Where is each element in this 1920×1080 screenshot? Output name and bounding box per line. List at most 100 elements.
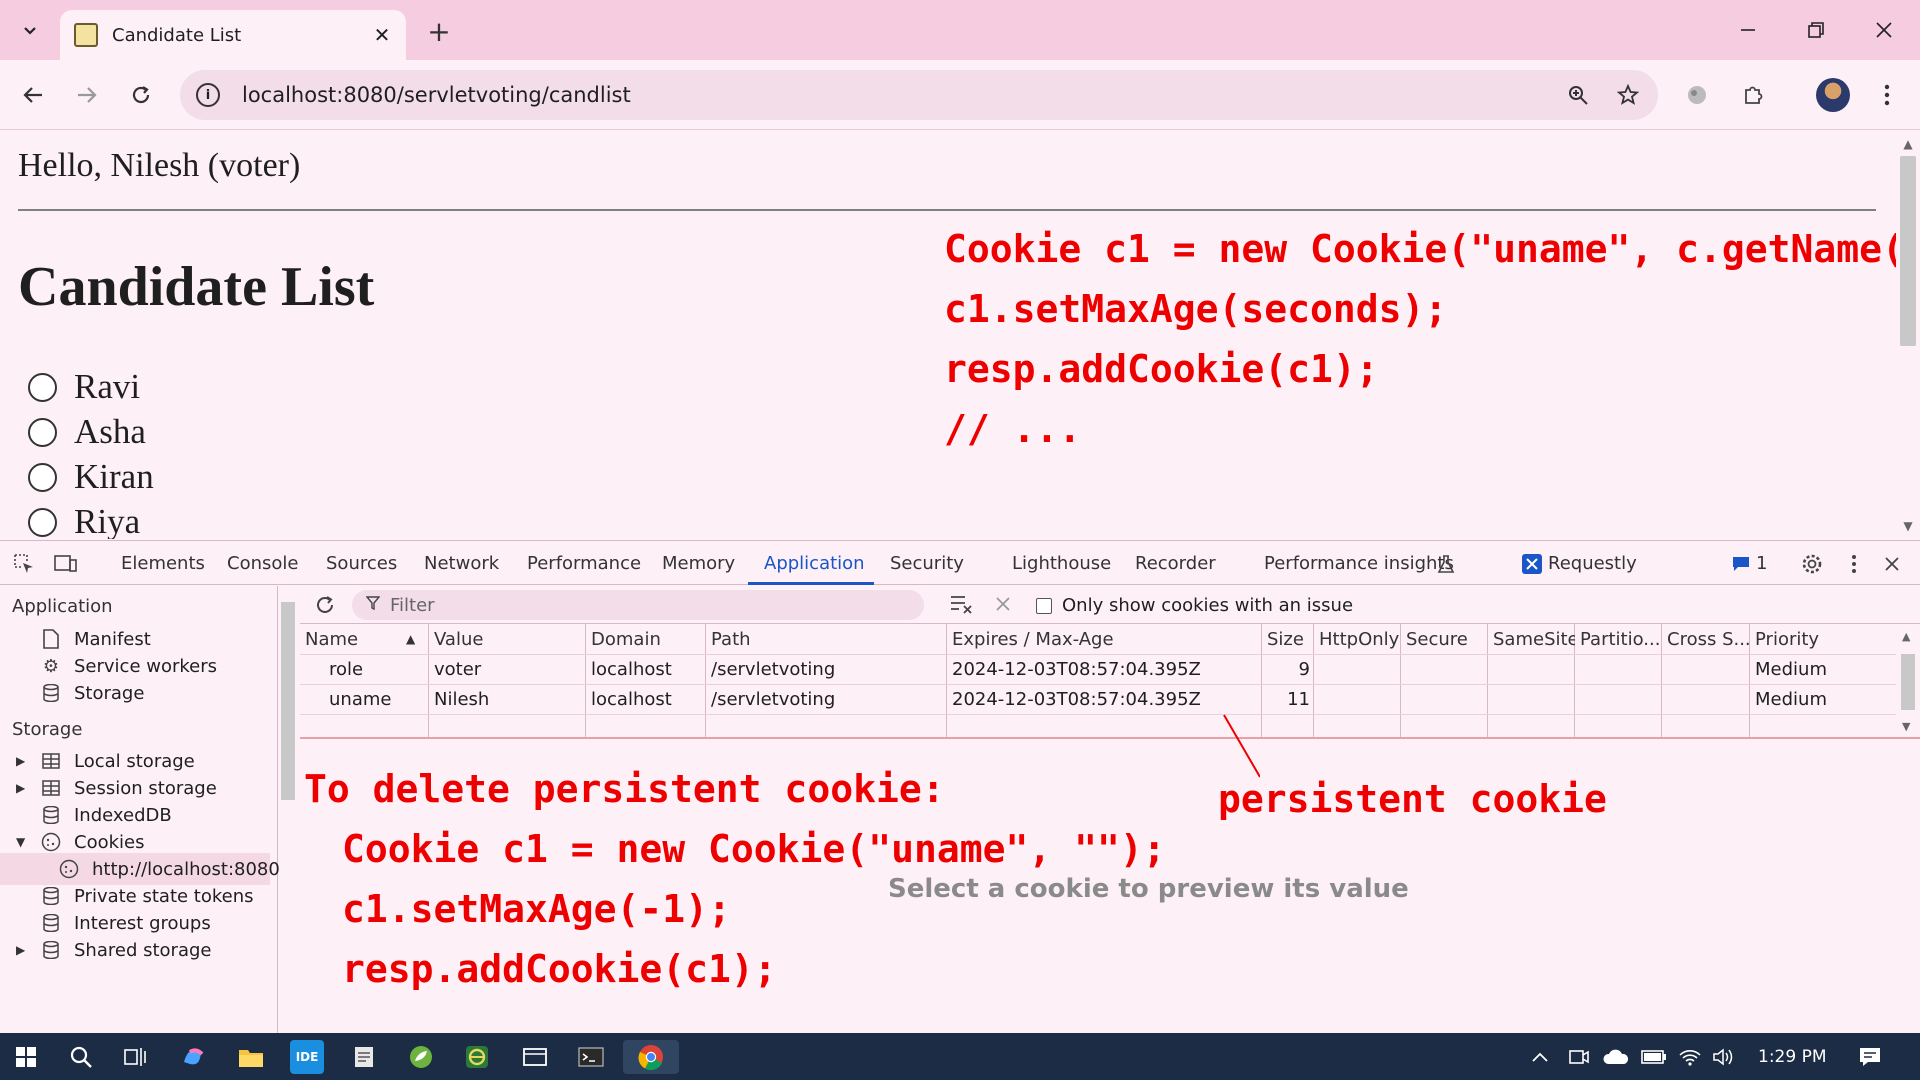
candidate-option[interactable]: Riya xyxy=(28,502,140,539)
screen-capture-icon[interactable] xyxy=(518,1040,552,1074)
column-header-httponly[interactable]: HttpOnly xyxy=(1314,624,1401,654)
task-view-icon[interactable] xyxy=(118,1040,152,1074)
scrollbar-thumb[interactable] xyxy=(281,602,295,800)
avatar[interactable] xyxy=(1816,78,1850,112)
column-header-secure[interactable]: Secure xyxy=(1401,624,1488,654)
scrollbar-thumb[interactable] xyxy=(1900,156,1916,346)
kebab-menu-icon[interactable] xyxy=(1868,76,1906,114)
reload-icon[interactable] xyxy=(122,76,160,114)
issues-icon[interactable] xyxy=(1730,550,1752,578)
delete-selected-icon[interactable] xyxy=(994,595,1014,615)
chevron-up-icon[interactable] xyxy=(1528,1040,1552,1074)
sidebar-item-storage[interactable]: Storage xyxy=(0,677,270,709)
collapse-arrow-icon[interactable]: ▼ xyxy=(16,835,25,849)
notification-icon[interactable] xyxy=(1854,1040,1886,1074)
issues-count[interactable]: 1 xyxy=(1756,553,1767,574)
forward-arrow-icon[interactable] xyxy=(68,76,106,114)
candidate-option[interactable]: Ravi xyxy=(28,367,140,407)
candidate-option[interactable]: Kiran xyxy=(28,457,154,497)
tab-recorder[interactable]: Recorder xyxy=(1135,553,1216,574)
close-icon[interactable]: ✕ xyxy=(368,21,396,49)
column-header-samesite[interactable]: SameSite xyxy=(1488,624,1575,654)
back-arrow-icon[interactable] xyxy=(14,76,52,114)
meet-icon[interactable] xyxy=(1566,1040,1592,1074)
wifi-icon[interactable] xyxy=(1676,1040,1704,1074)
tab-search-icon[interactable] xyxy=(10,12,50,48)
gear-icon[interactable] xyxy=(1798,550,1826,578)
chrome-icon[interactable] xyxy=(623,1040,679,1074)
column-header-cross-site[interactable]: Cross S... xyxy=(1662,624,1750,654)
table-scrollbar[interactable]: ▲ ▼ xyxy=(1896,624,1920,737)
onedrive-icon[interactable] xyxy=(1600,1040,1632,1074)
tab-network[interactable]: Network xyxy=(424,553,499,574)
column-header-domain[interactable]: Domain xyxy=(586,624,706,654)
terminal-icon[interactable] xyxy=(574,1040,608,1074)
zoom-icon[interactable] xyxy=(1558,75,1598,115)
tab-application[interactable]: Application xyxy=(764,553,865,574)
notepad-icon[interactable] xyxy=(347,1040,381,1074)
column-header-size[interactable]: Size xyxy=(1262,624,1314,654)
tab-console[interactable]: Console xyxy=(227,553,298,574)
database-icon xyxy=(40,939,62,961)
refresh-icon[interactable] xyxy=(312,592,338,618)
tab-performance-insights[interactable]: Performance insights xyxy=(1264,553,1454,574)
close-devtools-icon[interactable] xyxy=(1878,550,1906,578)
column-header-value[interactable]: Value xyxy=(429,624,586,654)
site-info-icon[interactable]: i xyxy=(196,83,220,107)
column-header-name[interactable]: Name ▲ xyxy=(300,624,429,654)
device-toolbar-icon[interactable] xyxy=(52,550,80,578)
tab-elements[interactable]: Elements xyxy=(121,553,205,574)
tab-performance[interactable]: Performance xyxy=(527,553,641,574)
minimize-icon[interactable] xyxy=(1722,8,1774,52)
tab-security[interactable]: Security xyxy=(890,553,964,574)
ide-icon[interactable]: IDE xyxy=(290,1040,324,1074)
spring-icon[interactable] xyxy=(404,1040,438,1074)
scroll-down-icon[interactable]: ▼ xyxy=(1896,519,1920,533)
copilot-icon[interactable] xyxy=(176,1040,210,1074)
tab-lighthouse[interactable]: Lighthouse xyxy=(1012,553,1111,574)
tab-candidate-list[interactable]: Candidate List ✕ xyxy=(60,10,406,60)
kebab-menu-icon[interactable] xyxy=(1840,550,1868,578)
column-header-partition[interactable]: Partitio... xyxy=(1575,624,1662,654)
expand-arrow-icon[interactable]: ▶ xyxy=(16,943,25,957)
volume-icon[interactable] xyxy=(1710,1040,1738,1074)
scroll-up-icon[interactable]: ▲ xyxy=(1896,137,1920,151)
inspect-element-icon[interactable] xyxy=(10,550,38,578)
radio-button[interactable] xyxy=(28,507,57,537)
clear-all-icon[interactable] xyxy=(950,594,976,616)
column-header-priority[interactable]: Priority xyxy=(1750,624,1870,654)
radio-button[interactable] xyxy=(28,417,57,447)
battery-icon[interactable] xyxy=(1640,1040,1668,1074)
eclipse-icon[interactable] xyxy=(460,1040,494,1074)
tab-requestly[interactable]: Requestly xyxy=(1548,553,1637,574)
puzzle-icon[interactable] xyxy=(1734,76,1772,114)
sidebar-item-shared-storage[interactable]: ▶ Shared storage xyxy=(0,934,270,966)
page-scrollbar[interactable]: ▲ ▼ xyxy=(1896,131,1920,539)
url-text[interactable]: localhost:8080/servletvoting/candlist xyxy=(242,83,1558,107)
taskbar-clock[interactable]: 1:29 PM xyxy=(1758,1047,1827,1067)
radio-button[interactable] xyxy=(28,372,57,402)
only-issues-checkbox[interactable] xyxy=(1036,598,1052,614)
sidebar-scrollbar[interactable] xyxy=(278,586,298,1034)
scroll-up-icon[interactable]: ▲ xyxy=(1902,630,1910,643)
scrollbar-thumb[interactable] xyxy=(1901,654,1915,710)
candidate-option[interactable]: Asha xyxy=(28,412,146,452)
column-header-path[interactable]: Path xyxy=(706,624,947,654)
windows-start-icon[interactable] xyxy=(9,1040,43,1074)
filter-input[interactable]: Filter xyxy=(352,590,924,620)
address-bar[interactable]: i localhost:8080/servletvoting/candlist xyxy=(180,70,1658,120)
new-tab-button[interactable]: + xyxy=(422,14,456,48)
tab-memory[interactable]: Memory xyxy=(662,553,735,574)
restore-icon[interactable] xyxy=(1790,8,1842,52)
extension-icon[interactable] xyxy=(1678,76,1716,114)
expand-arrow-icon[interactable]: ▶ xyxy=(16,781,25,795)
bookmark-star-icon[interactable] xyxy=(1608,75,1648,115)
column-header-expires[interactable]: Expires / Max-Age xyxy=(947,624,1262,654)
file-explorer-icon[interactable] xyxy=(234,1040,268,1074)
scroll-down-icon[interactable]: ▼ xyxy=(1902,720,1910,733)
radio-button[interactable] xyxy=(28,462,57,492)
expand-arrow-icon[interactable]: ▶ xyxy=(16,754,25,768)
search-icon[interactable] xyxy=(64,1040,98,1074)
close-window-icon[interactable] xyxy=(1858,8,1910,52)
tab-sources[interactable]: Sources xyxy=(326,553,397,574)
